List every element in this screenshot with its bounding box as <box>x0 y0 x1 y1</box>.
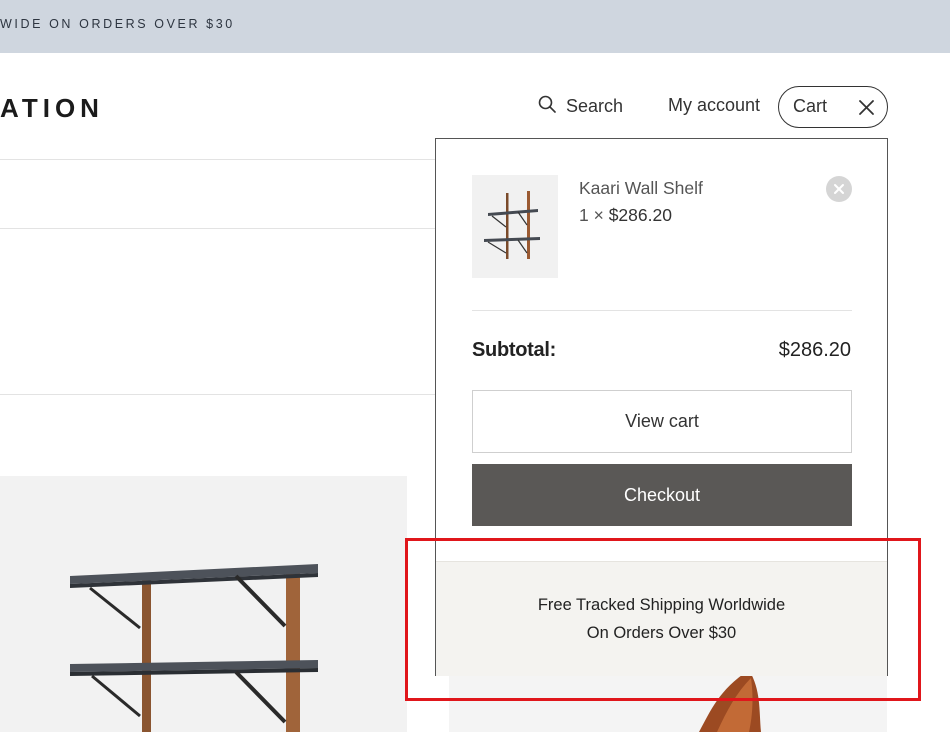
my-account-link[interactable]: My account <box>668 95 760 116</box>
cart-item-thumbnail[interactable] <box>472 175 558 278</box>
remove-item-button[interactable] <box>826 176 852 202</box>
divider <box>0 159 436 160</box>
divider <box>0 394 436 395</box>
subtotal-value: $286.20 <box>778 339 851 361</box>
search-icon <box>538 95 556 118</box>
close-icon[interactable] <box>858 99 875 116</box>
cart-label: Cart <box>793 96 828 116</box>
cart-toggle-button[interactable]: Cart <box>778 86 888 128</box>
subtotal-label: Subtotal: <box>472 339 556 361</box>
search-link[interactable]: Search <box>538 95 623 118</box>
site-logo[interactable]: ATION <box>0 93 104 124</box>
cart-item-quantity-price: 1 × $286.20 <box>579 205 672 226</box>
product-image-wall-shelf[interactable] <box>0 476 407 732</box>
mini-cart-dropdown: Kaari Wall Shelf 1 × $286.20 Subtotal: $… <box>435 138 888 676</box>
search-label: Search <box>566 96 624 116</box>
shipping-notice-line2: On Orders Over $30 <box>586 624 737 642</box>
cart-item-name[interactable]: Kaari Wall Shelf <box>579 178 703 199</box>
shipping-notice-line1: Free Tracked Shipping Worldwide <box>537 596 786 614</box>
cart-item-qty: 1 × <box>579 205 604 225</box>
cart-item-price: $286.20 <box>608 205 672 225</box>
promo-text: WIDE ON ORDERS OVER $30 <box>0 17 235 31</box>
view-cart-button[interactable]: View cart <box>472 390 852 453</box>
promo-bar: WIDE ON ORDERS OVER $30 <box>0 0 950 53</box>
shipping-notice: Free Tracked Shipping Worldwide On Order… <box>436 561 887 676</box>
divider <box>0 228 436 229</box>
remove-x-icon <box>834 184 844 194</box>
cart-divider <box>472 310 852 311</box>
checkout-button[interactable]: Checkout <box>472 464 852 526</box>
